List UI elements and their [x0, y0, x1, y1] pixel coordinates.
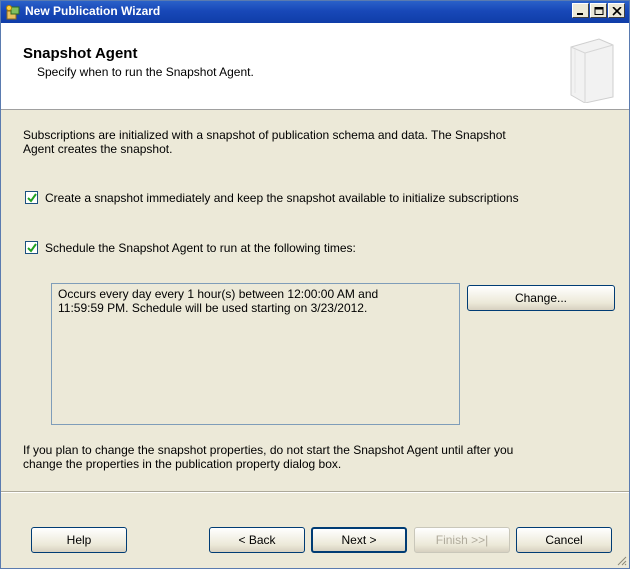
intro-line-1: Subscriptions are initialized with a sna…	[23, 128, 506, 142]
window-title: New Publication Wizard	[25, 4, 161, 18]
note-line-2: change the properties in the publication…	[23, 457, 342, 471]
schedule-description-box: Occurs every day every 1 hour(s) between…	[51, 283, 460, 425]
next-button[interactable]: Next >	[311, 527, 407, 553]
minimize-button[interactable]	[572, 3, 589, 18]
schedule-line-1: Occurs every day every 1 hour(s) between…	[58, 287, 379, 301]
resize-grip-icon[interactable]	[615, 554, 627, 566]
wizard-header: Snapshot Agent Specify when to run the S…	[1, 23, 629, 110]
intro-line-2: Agent creates the snapshot.	[23, 142, 173, 156]
checkmark-icon	[27, 243, 37, 253]
help-button[interactable]: Help	[31, 527, 127, 553]
maximize-button[interactable]	[590, 3, 607, 18]
schedule-agent-label[interactable]: Schedule the Snapshot Agent to run at th…	[45, 241, 356, 255]
close-button[interactable]	[608, 3, 625, 18]
publication-book-icon	[570, 38, 614, 103]
schedule-agent-checkbox[interactable]	[25, 241, 38, 254]
minimize-icon	[577, 13, 583, 15]
change-schedule-button[interactable]: Change...	[467, 285, 615, 311]
note-line-1: If you plan to change the snapshot prope…	[23, 443, 514, 457]
wizard-window: New Publication Wizard Snapshot Agent Sp…	[0, 0, 630, 569]
schedule-line-2: 11:59:59 PM. Schedule will be used start…	[58, 301, 368, 315]
footer-divider-highlight	[1, 492, 629, 493]
page-subtitle: Specify when to run the Snapshot Agent.	[37, 65, 254, 79]
maximize-icon	[594, 7, 604, 15]
page-title: Snapshot Agent	[23, 45, 138, 62]
checkmark-icon	[27, 193, 37, 203]
wizard-app-icon	[5, 4, 21, 20]
cancel-button[interactable]: Cancel	[516, 527, 612, 553]
create-snapshot-checkbox[interactable]	[25, 191, 38, 204]
title-bar[interactable]: New Publication Wizard	[1, 1, 629, 23]
create-snapshot-label[interactable]: Create a snapshot immediately and keep t…	[45, 191, 519, 205]
back-button[interactable]: < Back	[209, 527, 305, 553]
finish-button[interactable]: Finish >>|	[414, 527, 510, 553]
close-icon	[612, 7, 622, 16]
